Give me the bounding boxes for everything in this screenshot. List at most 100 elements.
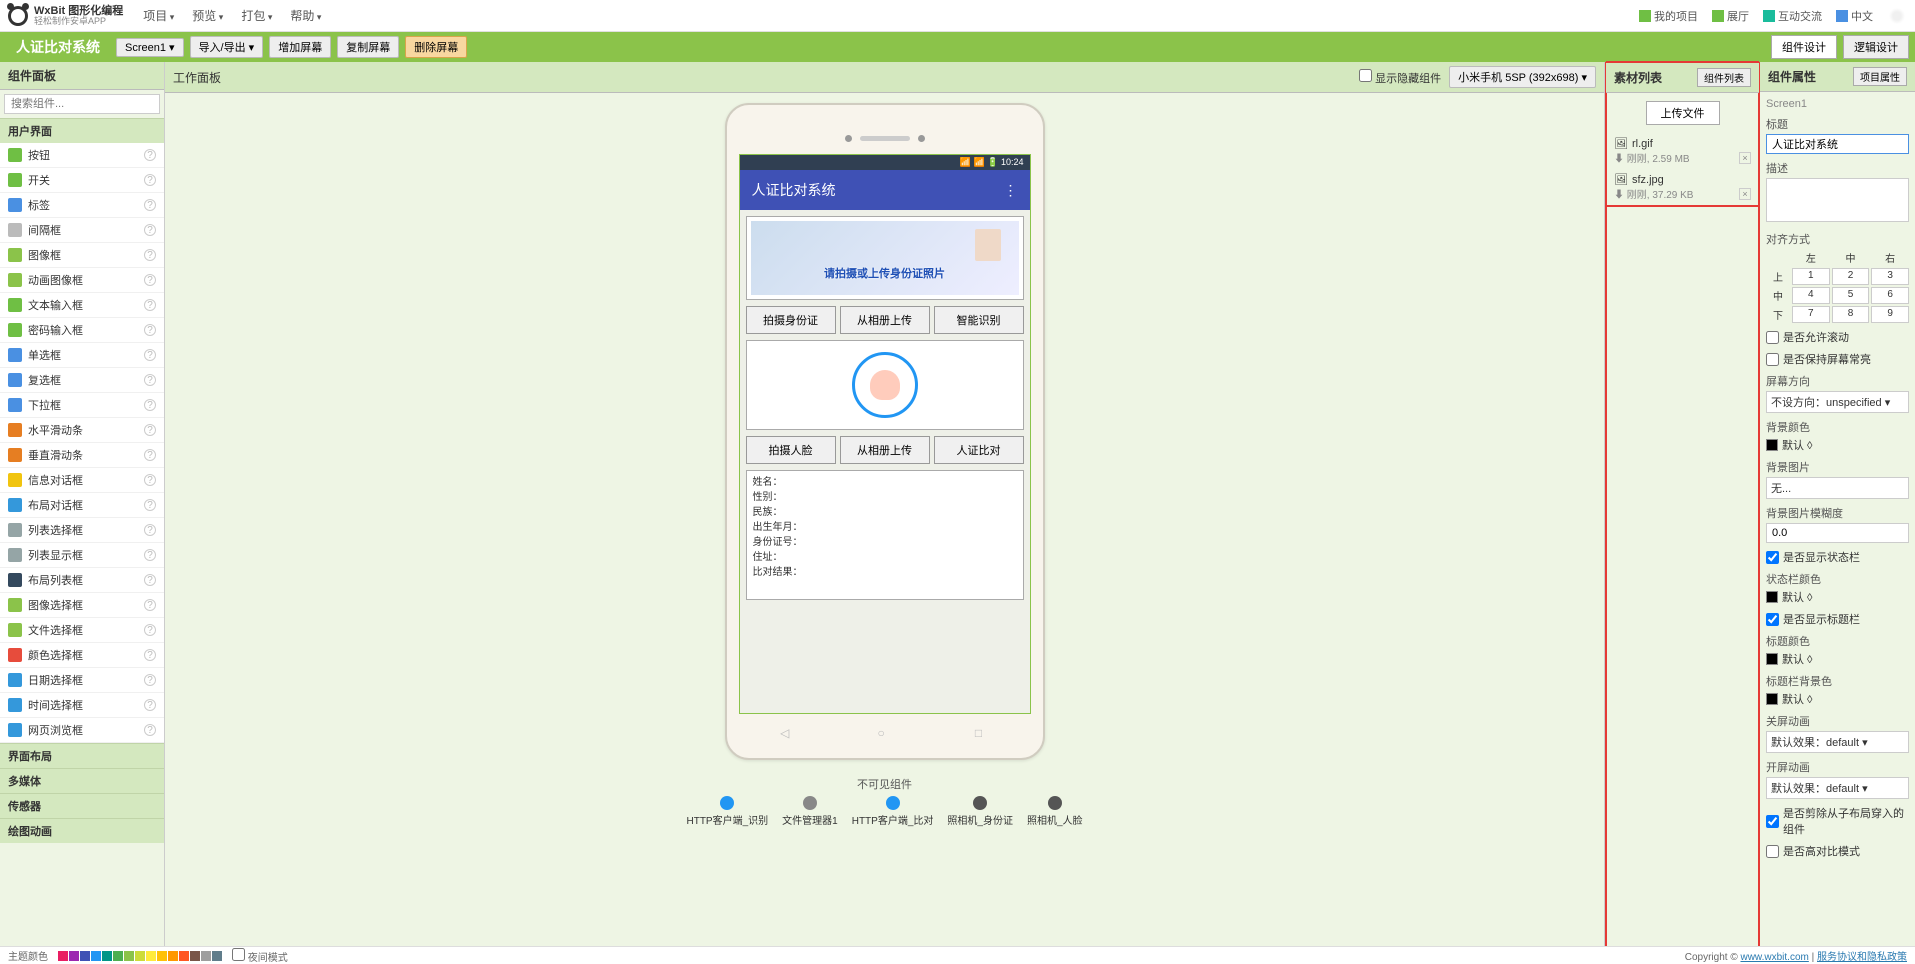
desc-textarea[interactable]	[1766, 178, 1909, 222]
show-hidden-checkbox[interactable]: 显示隐藏组件	[1359, 69, 1441, 86]
bgblur-input[interactable]	[1766, 523, 1909, 543]
asset-item[interactable]: 🖼rl.gif⬇ 刚刚, 2.59 MB×	[1606, 133, 1759, 169]
title-input[interactable]	[1766, 134, 1909, 154]
import-export-button[interactable]: 导入/导出 ▾	[190, 36, 264, 58]
footer-link-site[interactable]: www.wxbit.com	[1740, 952, 1808, 963]
help-icon[interactable]: ?	[144, 724, 156, 736]
screen-selector[interactable]: Screen1 ▾	[116, 38, 184, 57]
help-icon[interactable]: ?	[144, 399, 156, 411]
darkmode-checkbox[interactable]: 夜间模式	[232, 948, 288, 964]
help-icon[interactable]: ?	[144, 599, 156, 611]
copy-screen-button[interactable]: 复制屏幕	[337, 36, 399, 58]
palette-group-media[interactable]: 多媒体	[0, 768, 164, 793]
palette-item[interactable]: 信息对话框?	[0, 468, 164, 493]
palette-group-sensor[interactable]: 传感器	[0, 793, 164, 818]
help-icon[interactable]: ?	[144, 274, 156, 286]
theme-swatches[interactable]	[58, 951, 222, 961]
palette-item[interactable]: 文件选择框?	[0, 618, 164, 643]
help-icon[interactable]: ?	[144, 249, 156, 261]
help-icon[interactable]: ?	[144, 199, 156, 211]
help-icon[interactable]: ?	[144, 324, 156, 336]
contrast-checkbox[interactable]: 是否高对比模式	[1766, 843, 1909, 859]
palette-item[interactable]: 垂直滑动条?	[0, 443, 164, 468]
palette-item[interactable]: 布局列表框?	[0, 568, 164, 593]
align-cell[interactable]: 8	[1832, 306, 1870, 323]
menu-dots-icon[interactable]: ⋮	[1004, 182, 1018, 199]
menu-build[interactable]: 打包	[241, 7, 272, 24]
palette-item[interactable]: 文本输入框?	[0, 293, 164, 318]
asset-item[interactable]: 🖼sfz.jpg⬇ 刚刚, 37.29 KB×	[1606, 169, 1759, 205]
palette-item[interactable]: 日期选择框?	[0, 668, 164, 693]
app-button[interactable]: 智能识别	[934, 306, 1024, 334]
palette-item[interactable]: 布局对话框?	[0, 493, 164, 518]
palette-search-input[interactable]	[4, 94, 160, 114]
work-canvas[interactable]: 📶 📶 🔋 10:24 人证比对系统 ⋮ 请拍摄或上传身份证照片 拍摄身份证从	[165, 93, 1604, 946]
palette-item[interactable]: 下拉框?	[0, 393, 164, 418]
invisible-component[interactable]: 照相机_人脸	[1027, 796, 1083, 827]
result-textbox[interactable]: 姓名：性别：民族：出生年月：身份证号：住址：比对结果：	[746, 470, 1024, 600]
align-cell[interactable]: 6	[1871, 287, 1909, 304]
palette-item[interactable]: 列表显示框?	[0, 543, 164, 568]
project-props-button[interactable]: 项目属性	[1853, 67, 1907, 86]
face-preview[interactable]	[746, 340, 1024, 430]
help-icon[interactable]: ?	[144, 574, 156, 586]
scroll-checkbox[interactable]: 是否允许滚动	[1766, 329, 1909, 345]
palette-group-layout[interactable]: 界面布局	[0, 743, 164, 768]
align-cell[interactable]: 9	[1871, 306, 1909, 323]
align-cell[interactable]: 5	[1832, 287, 1870, 304]
statuscolor-value[interactable]: 默认 ◊	[1766, 589, 1909, 605]
delete-asset-icon[interactable]: ×	[1739, 152, 1751, 164]
idcard-preview[interactable]: 请拍摄或上传身份证照片	[746, 216, 1024, 300]
titlebar-checkbox[interactable]: 是否显示标题栏	[1766, 611, 1909, 627]
invisible-component[interactable]: 文件管理器1	[782, 796, 838, 827]
palette-item[interactable]: 标签?	[0, 193, 164, 218]
open-anim-select[interactable]: 默认效果：default ▾	[1766, 777, 1909, 799]
keepawake-checkbox[interactable]: 是否保持屏幕常亮	[1766, 351, 1909, 367]
download-icon[interactable]: ⬇	[1614, 154, 1624, 165]
palette-item[interactable]: 复选框?	[0, 368, 164, 393]
help-icon[interactable]: ?	[144, 424, 156, 436]
help-icon[interactable]: ?	[144, 299, 156, 311]
bgcolor-value[interactable]: 默认 ◊	[1766, 437, 1909, 453]
link-gallery[interactable]: 展厅	[1712, 8, 1749, 24]
close-anim-select[interactable]: 默认效果：default ▾	[1766, 731, 1909, 753]
link-community[interactable]: 互动交流	[1763, 8, 1822, 24]
app-button[interactable]: 从相册上传	[840, 306, 930, 334]
user-avatar-icon[interactable]	[1887, 7, 1907, 25]
logic-tab[interactable]: 逻辑设计	[1843, 35, 1909, 59]
menu-preview[interactable]: 预览	[192, 7, 223, 24]
help-icon[interactable]: ?	[144, 549, 156, 561]
palette-item[interactable]: 开关?	[0, 168, 164, 193]
menu-project[interactable]: 项目	[143, 7, 174, 24]
design-tab[interactable]: 组件设计	[1771, 35, 1837, 59]
help-icon[interactable]: ?	[144, 449, 156, 461]
palette-item[interactable]: 图像选择框?	[0, 593, 164, 618]
link-my-projects[interactable]: 我的项目	[1639, 8, 1698, 24]
component-list-button[interactable]: 组件列表	[1697, 68, 1751, 87]
palette-item[interactable]: 网页浏览框?	[0, 718, 164, 743]
help-icon[interactable]: ?	[144, 649, 156, 661]
help-icon[interactable]: ?	[144, 624, 156, 636]
help-icon[interactable]: ?	[144, 474, 156, 486]
upload-file-button[interactable]: 上传文件	[1646, 101, 1720, 125]
align-cell[interactable]: 3	[1871, 268, 1909, 285]
help-icon[interactable]: ?	[144, 524, 156, 536]
palette-item[interactable]: 单选框?	[0, 343, 164, 368]
palette-item[interactable]: 间隔框?	[0, 218, 164, 243]
app-button[interactable]: 从相册上传	[840, 436, 930, 464]
delete-screen-button[interactable]: 删除屏幕	[405, 36, 467, 58]
palette-item[interactable]: 密码输入框?	[0, 318, 164, 343]
palette-group-ui[interactable]: 用户界面	[0, 118, 164, 143]
align-cell[interactable]: 7	[1792, 306, 1830, 323]
titlebg-value[interactable]: 默认 ◊	[1766, 691, 1909, 707]
align-cell[interactable]: 4	[1792, 287, 1830, 304]
device-selector[interactable]: 小米手机 5SP (392x698) ▾	[1449, 66, 1596, 88]
align-cell[interactable]: 1	[1792, 268, 1830, 285]
palette-item[interactable]: 时间选择框?	[0, 693, 164, 718]
statusbar-checkbox[interactable]: 是否显示状态栏	[1766, 549, 1909, 565]
help-icon[interactable]: ?	[144, 174, 156, 186]
palette-item[interactable]: 水平滑动条?	[0, 418, 164, 443]
palette-item[interactable]: 图像框?	[0, 243, 164, 268]
help-icon[interactable]: ?	[144, 349, 156, 361]
help-icon[interactable]: ?	[144, 149, 156, 161]
